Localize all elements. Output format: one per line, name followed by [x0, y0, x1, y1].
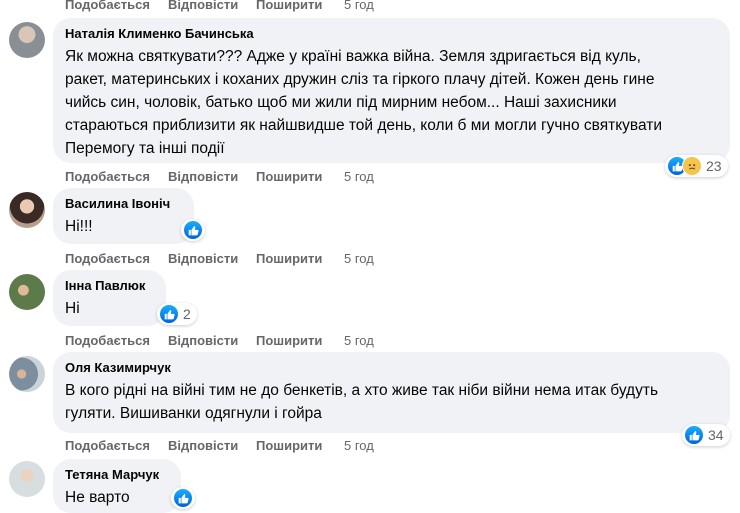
comment-bubble: Оля Казимирчук В кого рідні на війні тим… — [53, 352, 730, 433]
comment-time[interactable]: 5 год — [344, 333, 374, 348]
avatar[interactable] — [9, 274, 45, 310]
reply-action[interactable]: Відповісти — [168, 0, 256, 12]
comment-author[interactable]: Василина Івоніч — [65, 196, 182, 212]
like-action[interactable]: Подобається — [65, 169, 168, 184]
sad-icon — [682, 156, 702, 176]
like-icon — [173, 488, 193, 508]
comment-text: Ні!!! — [65, 218, 93, 235]
comment-time[interactable]: 5 год — [344, 251, 374, 266]
share-action[interactable]: Поширити — [256, 0, 344, 12]
share-action[interactable]: Поширити — [256, 251, 344, 266]
like-icon — [159, 304, 179, 324]
reaction-summary[interactable]: 23 — [665, 155, 728, 177]
like-action[interactable]: Подобається — [65, 438, 168, 453]
share-action[interactable]: Поширити — [256, 333, 344, 348]
reply-action[interactable]: Відповісти — [168, 438, 256, 453]
comment-author[interactable]: Тетяна Марчук — [65, 467, 169, 483]
reaction-summary[interactable]: 34 — [682, 424, 730, 446]
avatar[interactable] — [9, 356, 45, 392]
like-action[interactable]: Подобається — [65, 0, 168, 12]
reaction-count: 23 — [706, 158, 722, 174]
comment-time[interactable]: 5 год — [344, 438, 374, 453]
comment-bubble: Василина Івоніч Ні!!! — [53, 188, 194, 244]
comment-text: В кого рідні на війні тим не до бенкетів… — [65, 382, 659, 422]
avatar[interactable] — [9, 22, 45, 58]
comment-bubble: Тетяна Марчук Не варто — [53, 459, 181, 513]
like-action[interactable]: Подобається — [65, 251, 168, 266]
reply-action[interactable]: Відповісти — [168, 333, 256, 348]
comment-bubble: Інна Павлюк Ні — [53, 270, 166, 326]
share-action[interactable]: Поширити — [256, 169, 344, 184]
comment-author[interactable]: Інна Павлюк — [65, 278, 154, 294]
like-action[interactable]: Подобається — [65, 333, 168, 348]
share-action[interactable]: Поширити — [256, 438, 344, 453]
reaction-summary[interactable] — [171, 487, 195, 509]
comment-text: Не варто — [65, 489, 130, 506]
comment-time[interactable]: 5 год — [344, 0, 374, 12]
comment-actions: Подобається Відповісти Поширити 5 год — [65, 168, 374, 184]
comment-actions: Подобається Відповісти Поширити 5 год — [65, 332, 374, 348]
comment-author[interactable]: Оля Казимирчук — [65, 360, 718, 376]
like-icon — [684, 425, 704, 445]
like-icon — [183, 220, 203, 240]
comment-actions: Подобається Відповісти Поширити 5 год — [65, 437, 374, 453]
reaction-count: 2 — [183, 306, 191, 322]
reaction-summary[interactable]: 2 — [157, 303, 197, 325]
comment-text: Ні — [65, 300, 80, 317]
comment-bubble: Наталія Клименко Бачинська Як можна свят… — [53, 18, 730, 163]
reaction-count: 34 — [708, 427, 724, 443]
comment-text: Як можна святкувати??? Адже у країні важ… — [65, 48, 663, 157]
comment-author[interactable]: Наталія Клименко Бачинська — [65, 26, 718, 42]
comment-time[interactable]: 5 год — [344, 169, 374, 184]
reply-action[interactable]: Відповісти — [168, 251, 256, 266]
reply-action[interactable]: Відповісти — [168, 169, 256, 184]
comment-actions: Подобається Відповісти Поширити 5 год — [65, 250, 374, 266]
reaction-summary[interactable] — [181, 219, 205, 241]
avatar[interactable] — [9, 461, 45, 497]
comment-actions: Подобається Відповісти Поширити 5 год — [65, 0, 374, 12]
avatar[interactable] — [9, 192, 45, 228]
